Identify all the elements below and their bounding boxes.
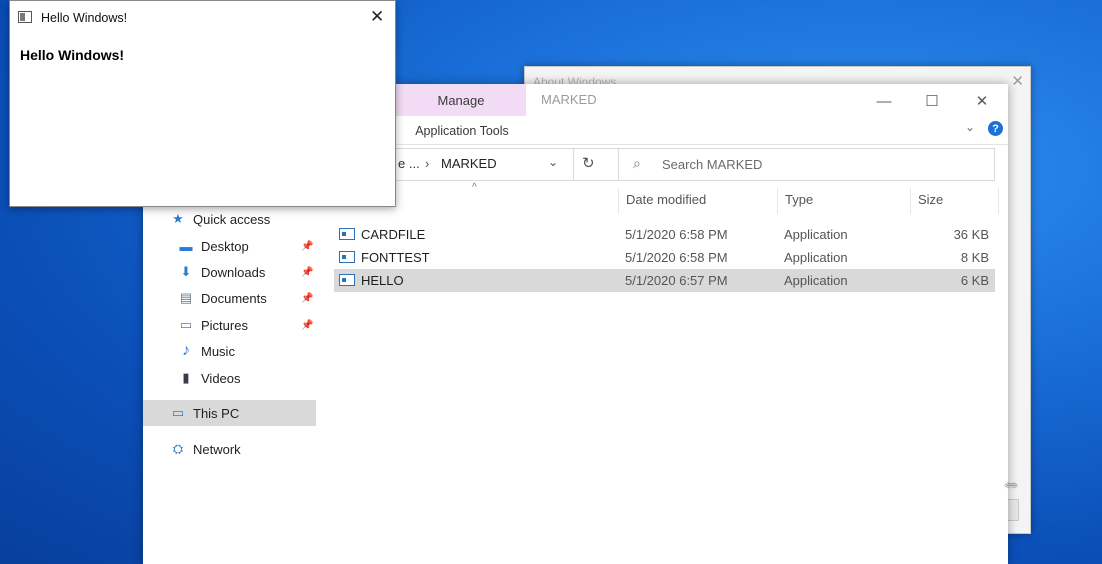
address-separator-icon[interactable]: ›	[425, 156, 429, 171]
pin-icon[interactable]: 📌	[301, 293, 313, 304]
column-divider[interactable]	[998, 188, 999, 214]
nav-item-label: Documents	[201, 290, 267, 306]
file-date: 5/1/2020 6:58 PM	[625, 227, 728, 242]
application-icon	[339, 228, 355, 240]
pin-icon[interactable]: 📌	[301, 241, 313, 252]
file-name: CARDFILE	[361, 227, 426, 242]
nav-item-label: Downloads	[201, 264, 266, 280]
application-icon	[339, 251, 355, 263]
ribbon-tab-application-tools[interactable]: Application Tools	[399, 118, 525, 144]
nav-item-downloads[interactable]: ⬇ Downloads 📌	[177, 259, 316, 285]
column-header-size[interactable]: Size	[918, 192, 943, 207]
file-type: Application	[784, 250, 848, 265]
download-icon: ⬇	[180, 264, 192, 279]
file-row-fonttest[interactable]: FONTTEST 5/1/2020 6:58 PM Application 8 …	[334, 246, 995, 269]
search-box[interactable]: ⌕ Search MARKED	[618, 148, 995, 181]
column-header-type[interactable]: Type	[785, 192, 813, 207]
address-divider	[573, 149, 574, 180]
file-row-cardfile[interactable]: CARDFILE 5/1/2020 6:58 PM Application 36…	[334, 223, 995, 246]
computer-icon: ▭	[171, 405, 185, 420]
star-icon: ★	[172, 211, 184, 226]
music-note-icon: ♪	[182, 342, 190, 359]
nav-item-documents[interactable]: ▤ Documents 📌	[177, 285, 316, 311]
file-type: Application	[784, 227, 848, 242]
nav-item-pictures[interactable]: ▭ Pictures 📌	[177, 312, 316, 338]
file-date: 5/1/2020 6:58 PM	[625, 250, 728, 265]
minimize-button[interactable]: —	[861, 88, 907, 114]
column-divider[interactable]	[777, 188, 778, 214]
file-row-hello[interactable]: HELLO 5/1/2020 6:57 PM Application 6 KB	[334, 269, 995, 292]
file-type: Application	[784, 273, 848, 288]
file-date: 5/1/2020 6:57 PM	[625, 273, 728, 288]
column-divider[interactable]	[618, 188, 619, 214]
column-divider[interactable]	[910, 188, 911, 214]
pin-icon[interactable]: 📌	[301, 320, 313, 331]
sort-indicator-icon[interactable]: ^	[472, 182, 477, 193]
nav-item-network[interactable]: ⛭ Network	[169, 436, 316, 462]
nav-item-label: Music	[201, 343, 235, 359]
search-input[interactable]: Search MARKED	[662, 157, 762, 172]
nav-item-this-pc[interactable]: ▭ This PC	[143, 400, 316, 426]
nav-item-label: This PC	[193, 405, 240, 421]
app-window-icon	[18, 11, 32, 23]
file-name: FONTTEST	[361, 250, 430, 265]
file-size: 6 KB	[960, 273, 989, 288]
close-button[interactable]: ✕	[959, 88, 1005, 114]
nav-item-videos[interactable]: ▮ Videos	[177, 365, 316, 391]
hello-windows-window[interactable]: Hello Windows! ✕ Hello Windows!	[9, 0, 396, 207]
nav-item-label: Network	[193, 441, 241, 457]
file-name: HELLO	[361, 273, 404, 288]
column-header-date-modified[interactable]: Date modified	[626, 192, 706, 207]
picture-icon: ▭	[179, 317, 193, 332]
help-icon[interactable]: ?	[988, 121, 1003, 136]
search-icon: ⌕	[633, 155, 641, 171]
address-segment-parent[interactable]: e ...	[398, 156, 420, 171]
hello-window-title: Hello Windows!	[41, 11, 128, 25]
pin-icon[interactable]: 📌	[301, 267, 313, 278]
about-window-close-icon[interactable]: ✕	[1011, 72, 1024, 90]
hello-window-close-icon[interactable]: ✕	[370, 7, 384, 27]
nav-item-label: Videos	[201, 370, 241, 386]
document-icon: ▤	[179, 290, 193, 305]
network-icon: ⛭	[172, 441, 184, 456]
explorer-window-title: MARKED	[541, 92, 597, 107]
video-icon: ▮	[182, 370, 190, 385]
address-dropdown-icon[interactable]: ⌄	[548, 155, 558, 169]
ribbon-tab-manage[interactable]: Manage	[396, 84, 526, 116]
nav-item-label: Pictures	[201, 317, 248, 333]
nav-item-music[interactable]: ♪ Music	[177, 338, 316, 364]
maximize-button[interactable]: ☐	[909, 88, 955, 114]
resize-cursor-icon: ⇔	[1001, 473, 1021, 495]
hello-window-message: Hello Windows!	[20, 47, 125, 63]
ribbon-collapse-chevron-icon[interactable]: ⌄	[965, 120, 975, 134]
file-size: 8 KB	[960, 250, 989, 265]
nav-item-quick-access[interactable]: ★ Quick access	[169, 206, 316, 232]
nav-item-desktop[interactable]: ▬ Desktop 📌	[177, 233, 316, 259]
application-icon	[339, 274, 355, 286]
desktop-icon: ▬	[179, 238, 193, 254]
nav-item-label: Desktop	[201, 238, 249, 254]
hello-window-titlebar[interactable]: Hello Windows! ✕	[10, 1, 395, 34]
address-segment-current[interactable]: MARKED	[441, 156, 497, 171]
nav-item-label: Quick access	[193, 211, 271, 227]
refresh-icon[interactable]: ↻	[582, 154, 595, 172]
file-size: 36 KB	[953, 227, 989, 242]
